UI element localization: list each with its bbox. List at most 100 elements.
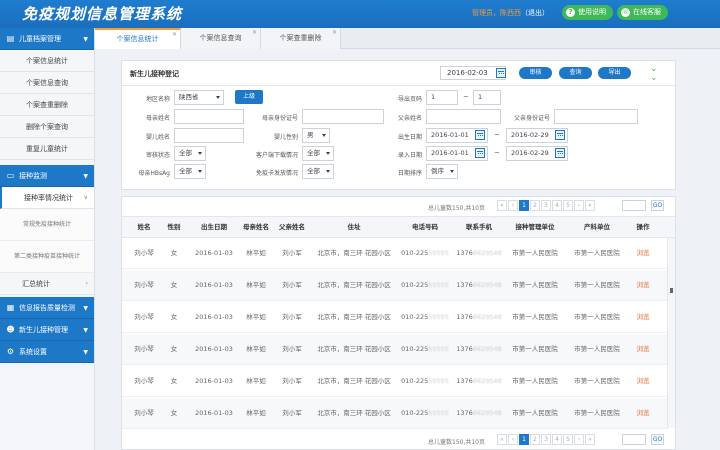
cell-action[interactable]: 浏览 (628, 334, 658, 365)
sidebar-sub-routine[interactable]: 常规免疫接种统计 (0, 209, 94, 241)
page-3-button[interactable]: 3 (541, 200, 551, 211)
calendar-icon[interactable] (555, 148, 565, 158)
page-next-button[interactable]: › (574, 200, 584, 211)
mother-name-input[interactable] (174, 109, 244, 124)
hbsag-select[interactable]: 全部 (174, 164, 206, 179)
calendar-icon[interactable] (475, 130, 485, 140)
cell-action[interactable]: 浏览 (628, 270, 658, 301)
cell-phone-visible: 010-225 (401, 249, 429, 257)
date-order-select[interactable]: 倒序 (426, 164, 458, 179)
parent-level-button[interactable]: 上级 (235, 90, 263, 104)
sidebar-section-newborn[interactable]: ☻ 新生儿接种管理 ▼ (0, 319, 94, 341)
sidebar-item-deleted[interactable]: 删除个案查询 (0, 116, 94, 138)
download-status-select[interactable]: 全部 (302, 146, 334, 161)
range-separator: ~ (494, 149, 500, 157)
sidebar-section-monitoring[interactable]: ▭ 接种监测 ▼ (0, 165, 94, 187)
cell-phone-visible: 010-225 (401, 409, 429, 417)
cell-name: 刘小琴 (134, 345, 154, 353)
sidebar-section-quality[interactable]: ▦ 信息报告质量检测 ▼ (0, 297, 94, 319)
cell-birth: 2016-01-03 (195, 249, 233, 257)
logout-link[interactable]: 退出 (528, 9, 542, 17)
cell-action[interactable]: 浏览 (628, 302, 658, 333)
region-select[interactable]: 陕西省 (174, 90, 224, 105)
page-last-button[interactable]: » (585, 200, 595, 211)
tab-bar: 个案信息统计 ✕ 个案信息查询 ✕ 个案查重删除 ✕ (95, 28, 720, 49)
page-jump-input[interactable] (622, 200, 646, 211)
page-4-button[interactable]: 4 (552, 434, 562, 445)
user-icon: ☻ (6, 325, 15, 334)
tab-case-dedup[interactable]: 个案查重删除 ✕ (261, 28, 341, 49)
sidebar-item-dedup[interactable]: 个案查重删除 (0, 94, 94, 116)
cell-sex: 女 (170, 281, 178, 289)
cell-vacc-unit: 市第一人民医院 (512, 377, 558, 385)
go-button[interactable]: GO (651, 434, 664, 445)
range-separator: ~ (463, 93, 469, 101)
page-3-button[interactable]: 3 (541, 434, 551, 445)
cell-phone: 010-22555555 (400, 398, 450, 429)
service-button[interactable]: ☏ 在线客服 (617, 5, 668, 20)
father-id-input[interactable] (554, 109, 638, 124)
region-value: 陕西省 (179, 93, 199, 101)
cell-sex: 女 (170, 409, 178, 417)
page-2-button[interactable]: 2 (530, 434, 540, 445)
page-first-button[interactable]: « (497, 200, 507, 211)
tab-case-query[interactable]: 个案信息查询 ✕ (181, 28, 261, 49)
table-row: 刘小琴 女 2016-01-03 林平如 刘小军 北京市，南三环 花园小区 010-2255… (122, 238, 667, 269)
collapse-chevron-icon[interactable]: ⌄ ⌄ (650, 65, 658, 83)
sidebar-item-query[interactable]: 个案信息查询 (0, 72, 94, 94)
query-button[interactable]: 查询 (559, 67, 592, 79)
cell-name: 刘小琴 (134, 377, 154, 385)
calendar-icon[interactable] (496, 68, 506, 78)
cell-name: 刘小琴 (134, 409, 154, 417)
sidebar-section-child-records[interactable]: ▤ 儿童档案管理 ▼ (0, 28, 94, 50)
close-icon[interactable]: ✕ (172, 31, 177, 39)
scroll-thumb[interactable] (670, 288, 673, 293)
page-to-input[interactable]: 1 (473, 90, 501, 105)
card-status-select[interactable]: 全部 (302, 164, 334, 179)
sidebar-item-summary[interactable]: 汇总统计 › (0, 273, 94, 295)
father-name-input[interactable] (426, 109, 501, 124)
baby-name-input[interactable] (174, 128, 244, 143)
calendar-icon[interactable] (555, 130, 565, 140)
cell-address: 北京市，南三环 花园小区 (317, 409, 391, 417)
go-button[interactable]: GO (651, 200, 664, 211)
page-2-button[interactable]: 2 (530, 200, 540, 211)
page-from-input[interactable]: 1 (426, 90, 458, 105)
page-1-button[interactable]: 1 (519, 200, 529, 211)
cell-action[interactable]: 浏览 (628, 398, 658, 429)
audit-button[interactable]: 审核 (519, 67, 552, 79)
page-jump-input[interactable] (622, 434, 646, 445)
sidebar-item-stats[interactable]: 个案信息统计 (0, 50, 94, 72)
calendar-icon[interactable] (475, 148, 485, 158)
table-scrollbar[interactable] (667, 238, 675, 428)
baby-sex-select[interactable]: 男 (302, 128, 330, 143)
page-next-button[interactable]: › (574, 434, 584, 445)
cell-action[interactable]: 浏览 (628, 366, 658, 397)
cell-obstetric-unit: 市第一人民医院 (574, 345, 620, 353)
close-icon[interactable]: ✕ (252, 29, 257, 37)
sidebar-item-duplicates[interactable]: 重复儿童统计 (0, 138, 94, 160)
sidebar-section-label: 系统设置 (19, 347, 47, 356)
birth-date-label: 出生日期 (397, 134, 422, 141)
close-icon[interactable]: ✕ (332, 29, 337, 37)
sidebar-item-rate[interactable]: 接种率情况统计 ∨ (0, 187, 94, 209)
page-first-button[interactable]: « (497, 434, 507, 445)
export-button[interactable]: 导出 (598, 67, 631, 79)
page-5-button[interactable]: 5 (563, 200, 573, 211)
cell-action[interactable]: 浏览 (628, 238, 658, 269)
page-1-button[interactable]: 1 (519, 434, 529, 445)
sidebar-sub-second-class[interactable]: 第二类接种疫苗接种统计 (0, 241, 94, 273)
page-5-button[interactable]: 5 (563, 434, 573, 445)
mother-id-label: 母亲身份证号 (261, 115, 298, 122)
sidebar-section-settings[interactable]: ⚙ 系统设置 ▼ (0, 341, 94, 363)
help-button[interactable]: ? 使用说明 (562, 5, 613, 20)
page-prev-button[interactable]: ‹ (508, 200, 518, 211)
cell-mobile-masked: 6629548 (472, 377, 502, 385)
col-name: 姓名 (137, 223, 151, 231)
page-prev-button[interactable]: ‹ (508, 434, 518, 445)
page-4-button[interactable]: 4 (552, 200, 562, 211)
tab-case-stats[interactable]: 个案信息统计 ✕ (95, 28, 181, 49)
page-last-button[interactable]: » (585, 434, 595, 445)
tab-label: 个案信息统计 (116, 35, 159, 43)
audit-status-select[interactable]: 全部 (174, 146, 206, 161)
